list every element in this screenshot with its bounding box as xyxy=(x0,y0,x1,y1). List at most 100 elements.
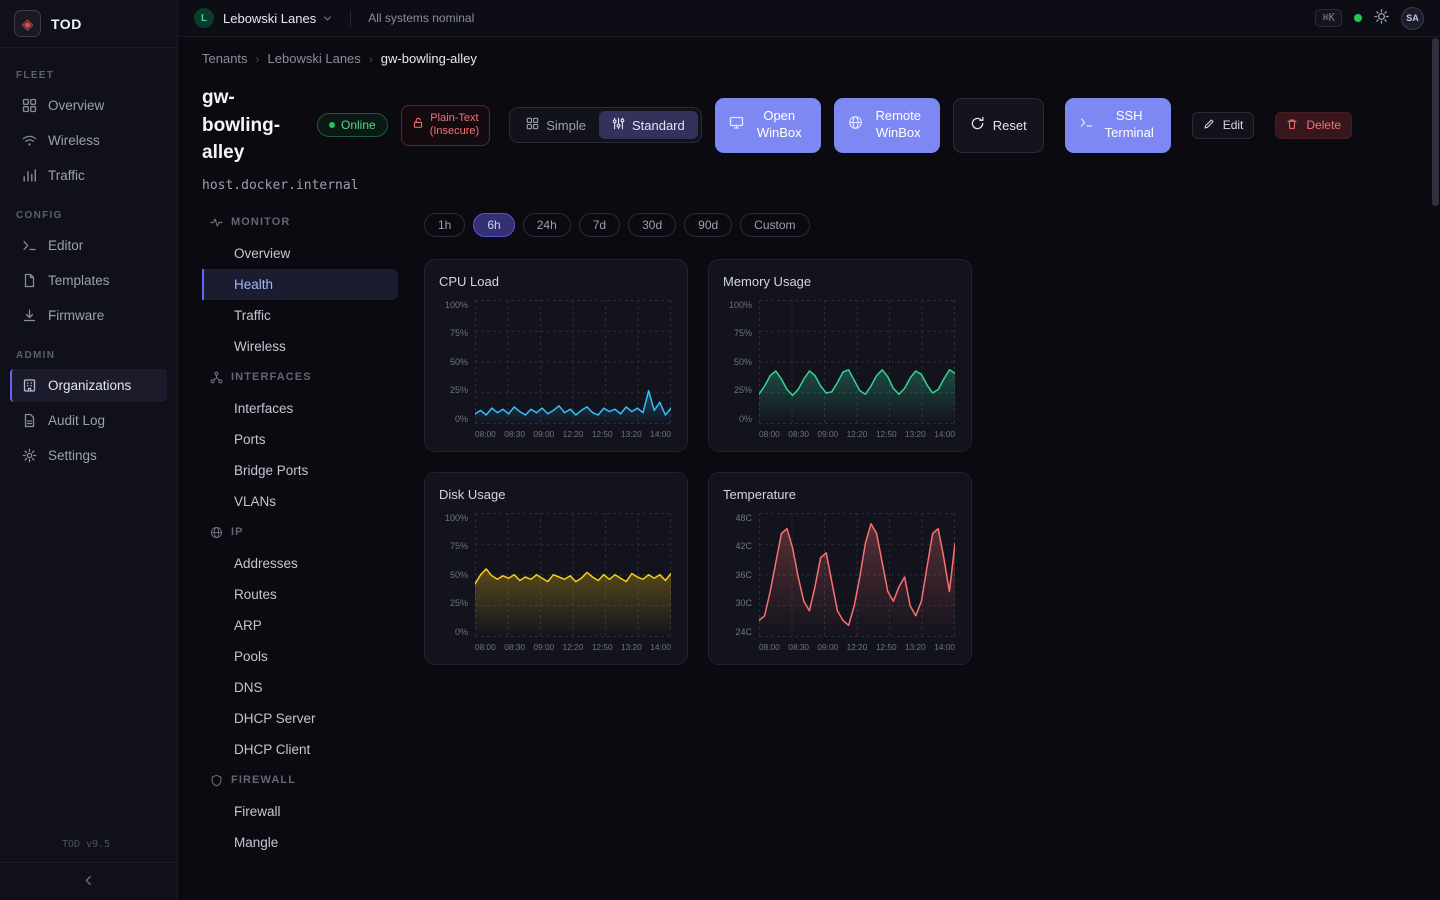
reset-button[interactable]: Reset xyxy=(953,98,1044,153)
chart-title: Memory Usage xyxy=(723,274,957,289)
open-winbox-button[interactable]: Open WinBox xyxy=(715,98,821,153)
ssh-terminal-button[interactable]: SSH Terminal xyxy=(1065,98,1171,153)
y-tick-label: 75% xyxy=(439,328,468,338)
edit-button[interactable]: Edit xyxy=(1192,112,1255,139)
x-tick-label: 08:00 xyxy=(475,429,496,439)
x-tick-label: 14:00 xyxy=(650,429,671,439)
x-axis: 08:0008:3009:0012:2012:5013:2014:00 xyxy=(475,429,671,439)
breadcrumb-tenant[interactable]: Lebowski Lanes xyxy=(268,51,361,66)
sidebar-collapse-button[interactable] xyxy=(0,862,177,900)
subnav-item-traffic[interactable]: Traffic xyxy=(202,300,398,331)
bar-chart-icon xyxy=(22,168,37,183)
pulse-icon xyxy=(210,216,223,229)
subnav-group-ip: IP xyxy=(202,517,398,548)
subnav-item-dhcp-client[interactable]: DHCP Client xyxy=(202,734,398,765)
x-tick-label: 12:50 xyxy=(876,429,897,439)
theme-toggle-button[interactable] xyxy=(1374,9,1389,27)
main-column: L Lebowski Lanes All systems nominal ⌘K … xyxy=(178,0,1440,900)
subnav-group-monitor: MONITOR xyxy=(202,207,398,238)
subnav-item-routes[interactable]: Routes xyxy=(202,579,398,610)
subnav-item-addresses[interactable]: Addresses xyxy=(202,548,398,579)
x-tick-label: 13:20 xyxy=(621,642,642,652)
subnav-item-overview[interactable]: Overview xyxy=(202,238,398,269)
y-tick-label: 0% xyxy=(439,414,468,424)
shield-icon xyxy=(210,774,223,787)
file-icon xyxy=(22,273,37,288)
chart-title: CPU Load xyxy=(439,274,673,289)
sidebar-item-wireless[interactable]: Wireless xyxy=(10,124,167,157)
time-range-selector: 1h 6h 24h 7d 30d 90d Custom xyxy=(424,213,1416,237)
document-icon xyxy=(22,413,37,428)
chart-card-temperature: Temperature 48C42C36C30C24C 08:0008:3009… xyxy=(708,472,972,665)
sidebar-item-audit-log[interactable]: Audit Log xyxy=(10,404,167,437)
sidebar-item-firmware[interactable]: Firmware xyxy=(10,299,167,332)
subnav-item-pools[interactable]: Pools xyxy=(202,641,398,672)
subnav-group-label: MONITOR xyxy=(231,216,290,228)
view-mode-standard[interactable]: Standard xyxy=(599,111,698,139)
app-root: ◈ TOD FLEET Overview Wireless Traffic CO… xyxy=(0,0,1440,900)
subnav-item-health[interactable]: Health xyxy=(202,269,398,300)
sidebar-item-settings[interactable]: Settings xyxy=(10,439,167,472)
x-tick-label: 08:30 xyxy=(788,429,809,439)
subnav-item-vlans[interactable]: VLANs xyxy=(202,486,398,517)
chart-plot: 08:0008:3009:0012:2012:5013:2014:00 xyxy=(759,300,955,439)
chart-title: Disk Usage xyxy=(439,487,673,502)
disk-usage-chart xyxy=(475,513,671,637)
breadcrumb-tenants[interactable]: Tenants xyxy=(202,51,248,66)
subnav-item-dhcp-server[interactable]: DHCP Server xyxy=(202,703,398,734)
reset-label: Reset xyxy=(993,118,1027,133)
subnav-item-wireless[interactable]: Wireless xyxy=(202,331,398,362)
status-badge-online: Online xyxy=(317,113,388,137)
time-range-7d[interactable]: 7d xyxy=(579,213,620,237)
tenant-selector[interactable]: Lebowski Lanes xyxy=(223,11,333,26)
topbar: L Lebowski Lanes All systems nominal ⌘K … xyxy=(178,0,1440,37)
health-status-dot xyxy=(1354,14,1362,22)
y-tick-label: 36C xyxy=(723,570,752,580)
sidebar-item-label: Traffic xyxy=(48,168,85,183)
sidebar-item-organizations[interactable]: Organizations xyxy=(10,369,167,402)
chart-card-disk-usage: Disk Usage 100%75%50%25%0% 08:0008:3009:… xyxy=(424,472,688,665)
delete-button[interactable]: Delete xyxy=(1275,112,1352,139)
x-axis: 08:0008:3009:0012:2012:5013:2014:00 xyxy=(759,429,955,439)
sidebar-nav: FLEET Overview Wireless Traffic CONFIG E… xyxy=(0,48,177,831)
subnav-group-label: INTERFACES xyxy=(231,371,312,383)
chevron-right-icon: › xyxy=(369,52,373,66)
subnav-item-arp[interactable]: ARP xyxy=(202,610,398,641)
scrollbar-thumb[interactable] xyxy=(1432,38,1439,206)
subnav-group-label: FIREWALL xyxy=(231,774,296,786)
user-avatar[interactable]: SA xyxy=(1401,7,1424,30)
chart-plot: 08:0008:3009:0012:2012:5013:2014:00 xyxy=(759,513,955,652)
y-tick-label: 0% xyxy=(723,414,752,424)
subnav-item-ports[interactable]: Ports xyxy=(202,424,398,455)
time-range-6h[interactable]: 6h xyxy=(473,213,514,237)
y-tick-label: 50% xyxy=(439,357,468,367)
view-mode-simple[interactable]: Simple xyxy=(513,111,599,139)
subnav-item-dns[interactable]: DNS xyxy=(202,672,398,703)
delete-label: Delete xyxy=(1306,118,1341,132)
x-tick-label: 08:00 xyxy=(759,429,780,439)
remote-winbox-button[interactable]: Remote WinBox xyxy=(834,98,940,153)
time-range-custom[interactable]: Custom xyxy=(740,213,809,237)
chevron-down-icon xyxy=(322,13,333,24)
page-content: Tenants › Lebowski Lanes › gw-bowling-al… xyxy=(178,37,1440,900)
sidebar-item-overview[interactable]: Overview xyxy=(10,89,167,122)
time-range-90d[interactable]: 90d xyxy=(684,213,732,237)
subnav-item-mangle[interactable]: Mangle xyxy=(202,827,398,858)
subnav-item-firewall[interactable]: Firewall xyxy=(202,796,398,827)
sidebar-item-templates[interactable]: Templates xyxy=(10,264,167,297)
remote-winbox-label: Remote WinBox xyxy=(871,108,926,142)
y-tick-label: 75% xyxy=(439,541,468,551)
command-palette-shortcut[interactable]: ⌘K xyxy=(1315,9,1342,27)
x-axis: 08:0008:3009:0012:2012:5013:2014:00 xyxy=(759,642,955,652)
time-range-1h[interactable]: 1h xyxy=(424,213,465,237)
y-tick-label: 50% xyxy=(439,570,468,580)
x-tick-label: 14:00 xyxy=(650,642,671,652)
subnav-item-interfaces[interactable]: Interfaces xyxy=(202,393,398,424)
sidebar-item-label: Editor xyxy=(48,238,83,253)
subnav-item-bridge-ports[interactable]: Bridge Ports xyxy=(202,455,398,486)
scrollbar[interactable] xyxy=(1432,38,1439,900)
time-range-24h[interactable]: 24h xyxy=(523,213,571,237)
time-range-30d[interactable]: 30d xyxy=(628,213,676,237)
sidebar-item-editor[interactable]: Editor xyxy=(10,229,167,262)
sidebar-item-traffic[interactable]: Traffic xyxy=(10,159,167,192)
